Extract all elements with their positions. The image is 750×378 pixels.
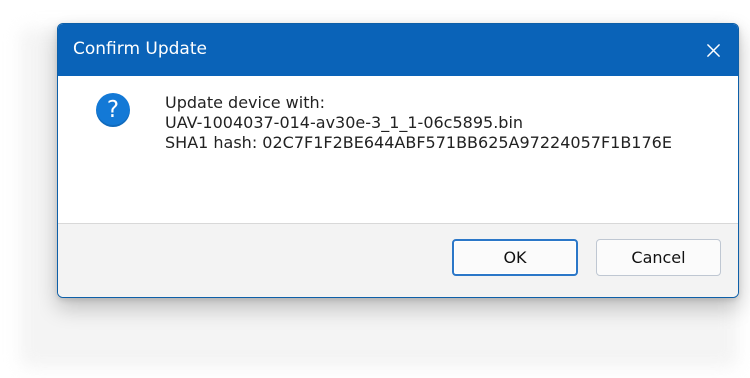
dialog-titlebar: Confirm Update bbox=[58, 24, 738, 76]
close-icon bbox=[706, 43, 720, 57]
close-button[interactable] bbox=[688, 24, 738, 76]
cancel-button[interactable]: Cancel bbox=[596, 239, 721, 276]
confirm-update-dialog: Confirm Update ? Update device with: UAV… bbox=[57, 23, 739, 298]
screen: Confirm Update ? Update device with: UAV… bbox=[0, 0, 750, 378]
message-line-file-name: UAV-1004037-014-av30e-3_1_1-06c5895.bin bbox=[165, 113, 524, 132]
question-mark-icon: ? bbox=[96, 93, 130, 127]
dialog-title: Confirm Update bbox=[73, 39, 207, 59]
message-line-update-device: Update device with: bbox=[165, 93, 326, 112]
dialog-message: Update device with: UAV-1004037-014-av30… bbox=[165, 93, 672, 153]
ok-button[interactable]: OK bbox=[452, 239, 578, 276]
message-line-sha1-hash: SHA1 hash: 02C7F1F2BE644ABF571BB625A9722… bbox=[165, 133, 672, 152]
